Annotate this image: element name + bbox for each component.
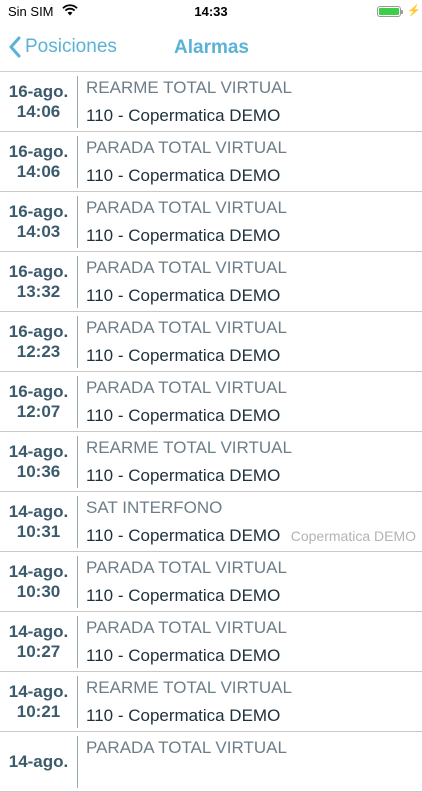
alarm-time: 12:07 [16, 401, 61, 421]
row-divider [77, 76, 78, 128]
alarm-type: PARADA TOTAL VIRTUAL [86, 198, 287, 217]
alarm-time: 10:27 [16, 641, 61, 661]
row-divider [77, 256, 78, 308]
alarm-site: 110 - Copermatica DEMO [86, 166, 281, 185]
alarm-row[interactable]: 14-ago. 10:27 PARADA TOTAL VIRTUAL 110 - Co… [0, 612, 422, 672]
alarm-row[interactable]: 16-ago. 12:07 PARADA TOTAL VIRTUAL 110 - Co… [0, 372, 422, 432]
alarm-row[interactable]: 16-ago. 13:32 PARADA TOTAL VIRTUAL 110 - Co… [0, 252, 422, 312]
alarm-site: 110 - Copermatica DEMO [86, 706, 281, 725]
alarm-row[interactable]: 14-ago. 10:21 REARME TOTAL VIRTUAL 110 - Co… [0, 672, 422, 732]
alarm-date: 16-ago. [8, 321, 69, 341]
alarm-time: 10:36 [16, 461, 61, 481]
alarm-list[interactable]: 16-ago. 14:06 REARME TOTAL VIRTUAL 110 - Co… [0, 72, 422, 792]
alarm-date: 16-ago. [8, 381, 69, 401]
clock: 14:33 [194, 4, 228, 19]
alarm-datetime: 16-ago. 14:03 [0, 192, 77, 251]
alarm-row[interactable]: 14-ago. PARADA TOTAL VIRTUAL [0, 732, 422, 792]
alarm-site: 110 - Copermatica DEMO [86, 346, 281, 365]
alarm-date: 16-ago. [8, 141, 69, 161]
alarm-date: 14-ago. [8, 621, 69, 641]
alarm-time: 10:21 [16, 701, 61, 721]
row-divider [77, 496, 78, 548]
alarm-datetime: 14-ago. 10:36 [0, 432, 77, 491]
alarm-row[interactable]: 14-ago. 10:30 PARADA TOTAL VIRTUAL 110 - Co… [0, 552, 422, 612]
alarm-type: PARADA TOTAL VIRTUAL [86, 258, 287, 277]
alarm-datetime: 16-ago. 14:06 [0, 132, 77, 191]
alarm-time: 13:32 [16, 281, 61, 301]
page-title: Alarmas [174, 37, 249, 58]
alarm-datetime: 16-ago. 13:32 [0, 252, 77, 311]
alarm-date: 14-ago. [8, 561, 69, 581]
alarm-date: 16-ago. [8, 201, 69, 221]
alarm-row[interactable]: 14-ago. 10:36 REARME TOTAL VIRTUAL 110 - Co… [0, 432, 422, 492]
row-divider [77, 556, 78, 608]
alarm-datetime: 16-ago. 14:06 [0, 72, 77, 131]
alarm-time: 10:30 [16, 581, 61, 601]
alarm-type: PARADA TOTAL VIRTUAL [86, 378, 287, 397]
alarm-type: REARME TOTAL VIRTUAL [86, 678, 292, 697]
alarm-datetime: 16-ago. 12:23 [0, 312, 77, 371]
row-divider [77, 736, 78, 788]
alarm-site: 110 - Copermatica DEMO [86, 106, 281, 125]
alarm-date: 14-ago. [8, 751, 69, 771]
row-divider [77, 136, 78, 188]
alarm-datetime: 14-ago. [0, 732, 77, 791]
alarm-site: 110 - Copermatica DEMO [86, 406, 281, 425]
alarm-time: 14:03 [16, 221, 61, 241]
row-divider [77, 436, 78, 488]
alarm-site: 110 - Copermatica DEMO [86, 526, 281, 545]
alarm-date: 14-ago. [8, 501, 69, 521]
alarm-datetime: 14-ago. 10:31 [0, 492, 77, 551]
bolt-icon: ⚡ [407, 5, 421, 17]
alarm-datetime: 14-ago. 10:30 [0, 552, 77, 611]
alarm-detail: Copermatica DEMO [290, 528, 416, 544]
alarm-date: 14-ago. [8, 441, 69, 461]
alarm-type: PARADA TOTAL VIRTUAL [86, 558, 287, 577]
alarm-date: 16-ago. [8, 261, 69, 281]
alarm-site: 110 - Copermatica DEMO [86, 286, 281, 305]
battery-fill [379, 8, 399, 15]
alarm-type: PARADA TOTAL VIRTUAL [86, 738, 287, 757]
alarm-row[interactable]: 16-ago. 14:06 REARME TOTAL VIRTUAL 110 - Co… [0, 72, 422, 132]
alarm-datetime: 14-ago. 10:21 [0, 672, 77, 731]
row-divider [77, 316, 78, 368]
alarm-type: PARADA TOTAL VIRTUAL [86, 318, 287, 337]
row-divider [77, 376, 78, 428]
alarm-time: 10:31 [16, 521, 61, 541]
alarm-site: 110 - Copermatica DEMO [86, 226, 281, 245]
alarm-type: REARME TOTAL VIRTUAL [86, 438, 292, 457]
alarm-row[interactable]: 16-ago. 12:23 PARADA TOTAL VIRTUAL 110 - Co… [0, 312, 422, 372]
alarm-site: 110 - Copermatica DEMO [86, 466, 281, 485]
back-button-label: Posiciones [25, 36, 117, 57]
alarm-type: REARME TOTAL VIRTUAL [86, 78, 292, 97]
alarm-row[interactable]: 16-ago. 14:06 PARADA TOTAL VIRTUAL 110 - Co… [0, 132, 422, 192]
alarm-site: 110 - Copermatica DEMO [86, 586, 281, 605]
alarm-time: 14:06 [16, 101, 61, 121]
chevron-left-icon [9, 36, 21, 58]
battery-icon [377, 6, 403, 17]
alarm-datetime: 16-ago. 12:07 [0, 372, 77, 431]
alarm-datetime: 14-ago. 10:27 [0, 612, 77, 671]
back-button[interactable]: Posiciones [8, 34, 117, 60]
alarm-date: 14-ago. [8, 681, 69, 701]
row-divider [77, 616, 78, 668]
alarm-type: SAT INTERFONO [86, 498, 223, 517]
alarm-type: PARADA TOTAL VIRTUAL [86, 618, 287, 637]
alarm-row[interactable]: 14-ago. 10:31 SAT INTERFONO 110 - Copermati… [0, 492, 422, 552]
alarm-row[interactable]: 16-ago. 14:03 PARADA TOTAL VIRTUAL 110 - Co… [0, 192, 422, 252]
alarm-date: 16-ago. [8, 81, 69, 101]
status-bar: Sin SIM 14:33 ⚡ [0, 0, 422, 24]
row-divider [77, 676, 78, 728]
alarm-time: 14:06 [16, 161, 61, 181]
row-divider [77, 196, 78, 248]
alarm-type: PARADA TOTAL VIRTUAL [86, 138, 287, 157]
alarm-time: 12:23 [16, 341, 61, 361]
navigation-bar: Posiciones Alarmas [0, 24, 422, 72]
alarm-site: 110 - Copermatica DEMO [86, 646, 281, 665]
